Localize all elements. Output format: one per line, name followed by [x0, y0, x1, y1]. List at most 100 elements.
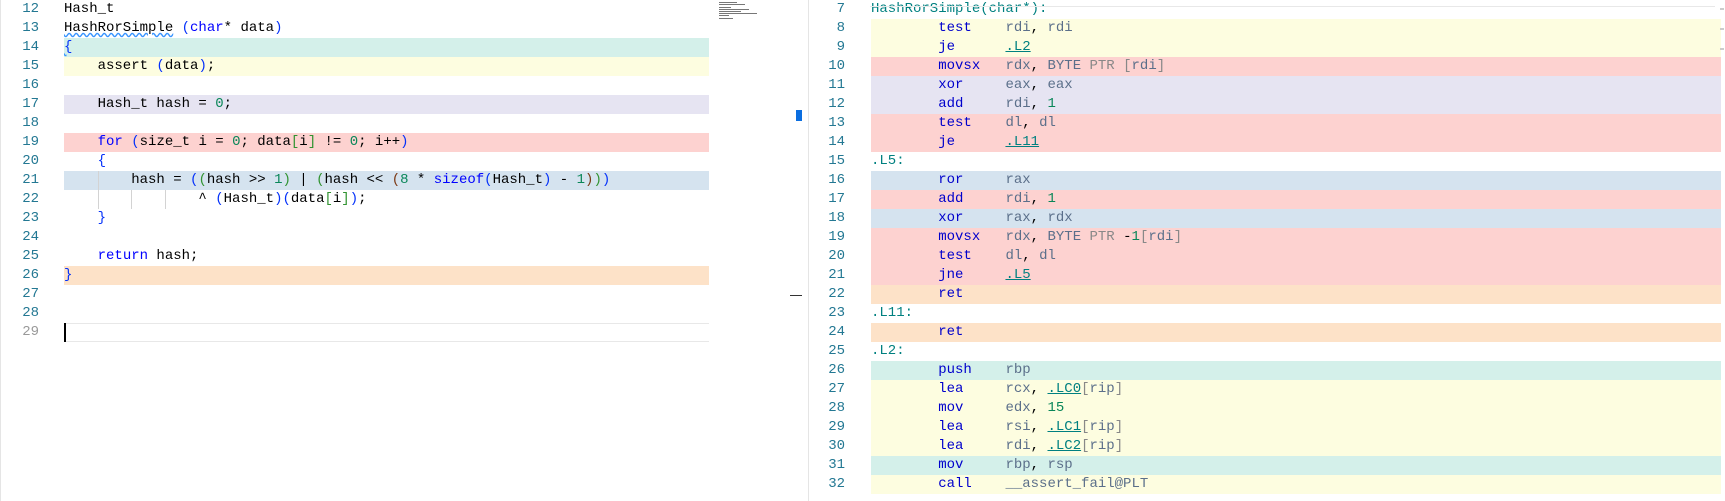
assembly-line[interactable]: 24 ret: [809, 323, 1725, 342]
source-line[interactable]: 26}: [1, 266, 789, 285]
assembly-line[interactable]: 7 HashRorSimple(char*):: [809, 0, 1725, 19]
line-number: 25: [22, 248, 39, 264]
assembly-line[interactable]: 9 je .L2: [809, 38, 1725, 57]
source-editor-pane[interactable]: 12 Hash_t 13 HashRorSimple (char* data) 14 {1…: [0, 0, 789, 501]
scrollbar-marker[interactable]: [796, 110, 802, 121]
code-text: test dl, dl: [871, 114, 1721, 133]
line-number: 26: [828, 362, 845, 378]
assembly-output-pane[interactable]: 7 HashRorSimple(char*): 8 test rdi, rdi 9 j…: [808, 0, 1725, 501]
code-text: }: [97, 210, 107, 226]
assembly-line[interactable]: 27 lea rcx, .LC0[rip]: [809, 380, 1725, 399]
code-text: add rdi, 1: [871, 95, 1721, 114]
line-number: 32: [828, 476, 845, 492]
code-text: lea rdi, .LC2[rip]: [871, 437, 1721, 456]
line-number: 19: [22, 134, 39, 150]
assembly-line[interactable]: 23 .L11:: [809, 304, 1725, 323]
source-line[interactable]: 19 for (size_t i = 0; data[i] != 0; i++): [1, 133, 789, 152]
source-line[interactable]: 22 ^ (Hash_t)(data[i]);: [1, 190, 789, 209]
minimap-line: [719, 9, 749, 10]
line-number: 10: [828, 58, 845, 74]
line-number: 28: [22, 305, 39, 321]
source-line[interactable]: 13 HashRorSimple (char* data): [1, 19, 789, 38]
line-number: 25: [828, 343, 845, 359]
source-line[interactable]: 16: [1, 76, 789, 95]
code-text: {: [97, 153, 107, 169]
indent-guide: [97, 171, 99, 190]
assembly-line[interactable]: 17 add rdi, 1: [809, 190, 1725, 209]
line-number: 17: [22, 96, 39, 112]
code-text: lea rsi, .LC1[rip]: [871, 418, 1721, 437]
code-text: for (size_t i = 0; data[i] != 0; i++): [64, 133, 709, 152]
assembly-line[interactable]: 12 add rdi, 1: [809, 95, 1725, 114]
assembly-line[interactable]: 13 test dl, dl: [809, 114, 1725, 133]
line-number: 23: [22, 210, 39, 226]
assembly-line[interactable]: 28 mov edx, 15: [809, 399, 1725, 418]
code-text: test rdi, rdi: [871, 19, 1721, 38]
source-line[interactable]: 21 hash = ((hash >> 1) | (hash << (8 * s…: [1, 171, 789, 190]
line-number: 27: [22, 286, 39, 302]
scrollbar-tick: [1720, 28, 1724, 30]
line-number: 20: [828, 248, 845, 264]
line-number: 31: [828, 457, 845, 473]
code-text: xor rax, rdx: [871, 209, 1721, 228]
source-line[interactable]: 20 {: [1, 152, 789, 171]
line-number: 8: [836, 20, 845, 36]
code-text: movsx rdx, BYTE PTR [rdi]: [871, 57, 1721, 76]
editor-minimap[interactable]: [716, 0, 786, 30]
assembly-line[interactable]: 15 .L5:: [809, 152, 1725, 171]
source-line[interactable]: 27: [1, 285, 789, 304]
source-line[interactable]: 14 {: [1, 38, 789, 57]
line-number: 29: [828, 419, 845, 435]
assembly-line[interactable]: 11 xor eax, eax: [809, 76, 1725, 95]
line-number: 24: [22, 229, 39, 245]
assembly-line[interactable]: 16 ror rax: [809, 171, 1725, 190]
assembly-line[interactable]: 31 mov rbp, rsp: [809, 456, 1725, 475]
code-text: movsx rdx, BYTE PTR -1[rdi]: [871, 228, 1721, 247]
indent-guide: [164, 190, 166, 209]
assembly-line[interactable]: 25 .L2:: [809, 342, 1725, 361]
line-number: 21: [828, 267, 845, 283]
source-line[interactable]: 29: [1, 323, 789, 342]
assembly-line[interactable]: 10 movsx rdx, BYTE PTR [rdi]: [809, 57, 1725, 76]
line-number: 22: [828, 286, 845, 302]
source-line[interactable]: 23 }: [1, 209, 789, 228]
line-number: 7: [836, 1, 845, 17]
source-line[interactable]: 25 return hash;: [1, 247, 789, 266]
indent-guide: [97, 190, 99, 209]
assembly-line[interactable]: 29 lea rsi, .LC1[rip]: [809, 418, 1725, 437]
assembly-line[interactable]: 22 ret: [809, 285, 1725, 304]
source-line[interactable]: 12 Hash_t: [1, 0, 789, 19]
assembly-line[interactable]: 26 push rbp: [809, 361, 1725, 380]
scrollbar-tick: [1720, 48, 1724, 50]
code-text: }: [64, 266, 709, 285]
source-line[interactable]: 18: [1, 114, 789, 133]
line-number: 20: [22, 153, 39, 169]
source-line[interactable]: 17 Hash_t hash = 0;: [1, 95, 789, 114]
assembly-line[interactable]: 18 xor rax, rdx: [809, 209, 1725, 228]
source-line[interactable]: 28: [1, 304, 789, 323]
line-number: 28: [828, 400, 845, 416]
source-line[interactable]: 15 assert (data);: [1, 57, 789, 76]
code-text: mov rbp, rsp: [871, 456, 1721, 475]
code-text: lea rcx, .LC0[rip]: [871, 380, 1721, 399]
assembly-line[interactable]: 20 test dl, dl: [809, 247, 1725, 266]
assembly-line[interactable]: 19 movsx rdx, BYTE PTR -1[rdi]: [809, 228, 1725, 247]
assembly-line[interactable]: 30 lea rdi, .LC2[rip]: [809, 437, 1725, 456]
code-text: HashRorSimple(char*):: [871, 1, 1048, 17]
pane-divider[interactable]: [788, 0, 809, 501]
code-text: .L5:: [871, 153, 905, 169]
line-number: 14: [828, 134, 845, 150]
assembly-line[interactable]: 8 test rdi, rdi: [809, 19, 1725, 38]
assembly-line[interactable]: 32 call __assert_fail@PLT: [809, 475, 1725, 494]
pane-splitter-handle[interactable]: [790, 295, 802, 296]
line-number: 27: [828, 381, 845, 397]
source-line[interactable]: 24: [1, 228, 789, 247]
code-text: ret: [871, 285, 1721, 304]
assembly-line[interactable]: 21 jne .L5: [809, 266, 1725, 285]
code-text: je .L2: [871, 38, 1721, 57]
assembly-line[interactable]: 14 je .L11: [809, 133, 1725, 152]
line-number: 26: [22, 267, 39, 283]
assembly-scrollbar[interactable]: [1720, 0, 1725, 80]
